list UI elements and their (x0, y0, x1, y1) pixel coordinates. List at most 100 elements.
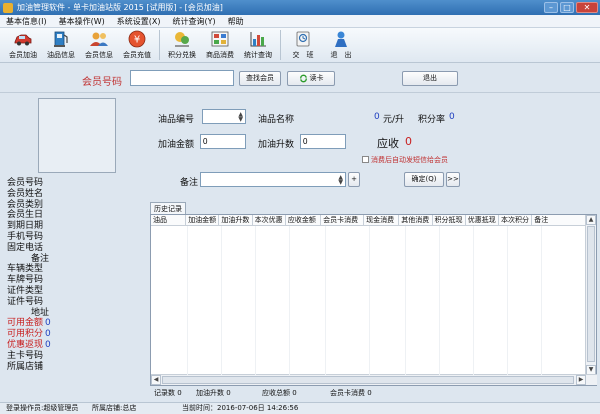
due-value: 0 (405, 135, 412, 148)
toolbar-member-info[interactable]: 会员信息 (80, 28, 118, 62)
scroll-right-icon[interactable]: ▶ (576, 375, 586, 385)
menu-basic-info[interactable]: 基本信息(I) (6, 16, 47, 27)
toolbar-exit[interactable]: 退 出 (322, 28, 360, 62)
close-button[interactable]: ✕ (576, 2, 598, 13)
exit-button[interactable]: 退出 (402, 71, 458, 86)
member-field-label: 会员姓名 (7, 188, 44, 199)
member-field-row: 可用积分 0 (7, 329, 147, 340)
column-header[interactable]: 油品 (151, 215, 187, 225)
column-header[interactable]: 本次积分 (499, 215, 533, 225)
member-field-label: 到期日期 (7, 221, 44, 232)
toolbar-oil-info[interactable]: 油品信息 (42, 28, 80, 62)
column-header[interactable]: 其他消费 (399, 215, 433, 225)
member-field-label: 优惠返现 (7, 339, 44, 350)
toolbar-label: 交 班 (292, 51, 314, 59)
column-header[interactable]: 现金消费 (364, 215, 400, 225)
member-photo (38, 98, 116, 173)
member-field-row: 会员姓名 (7, 189, 147, 200)
sms-checkbox[interactable] (362, 156, 369, 163)
menu-basic-ops[interactable]: 基本操作(W) (59, 16, 105, 27)
column-header[interactable]: 优惠抵现 (466, 215, 499, 225)
car-icon (13, 30, 33, 48)
member-number-input[interactable] (130, 70, 234, 86)
column-header[interactable]: 积分抵现 (433, 215, 466, 225)
spin-icon: ▲ ▼ (238, 111, 243, 123)
amount-input[interactable] (200, 134, 246, 149)
menu-help[interactable]: 帮助 (228, 16, 244, 27)
oil-code-select[interactable]: ▲ ▼ (202, 109, 246, 124)
remark-label: 备注 (180, 178, 199, 188)
column-header[interactable]: 会员卡消费 (321, 215, 365, 225)
add-remark-button[interactable]: + (348, 172, 360, 187)
more-button[interactable]: >> (446, 172, 460, 187)
member-field-label: 主卡号码 (7, 350, 44, 361)
vertical-scrollbar[interactable]: ▲ ▼ (585, 215, 596, 375)
horizontal-scroll-thumb[interactable] (162, 376, 574, 384)
amount-label: 加油金额 (158, 140, 195, 150)
horizontal-scrollbar[interactable]: ◀ ▶ (151, 374, 597, 385)
toolbar-label: 会员加油 (9, 51, 37, 59)
svg-text:¥: ¥ (134, 35, 140, 46)
vertical-scroll-thumb[interactable] (587, 226, 595, 362)
search-member-button[interactable]: 查找会员 (239, 71, 281, 86)
toolbar-shift-change[interactable]: 交 班 (284, 28, 322, 62)
exit-icon (331, 30, 351, 48)
menu-bar: 基本信息(I) 基本操作(W) 系统设置(X) 统计查询(Y) 帮助 (0, 15, 600, 28)
member-field-label: 会员号码 (7, 178, 44, 188)
spin-icon: ▲ ▼ (338, 174, 343, 186)
toolbar-member-refuel[interactable]: 会员加油 (4, 28, 42, 62)
member-field-row: 会员号码 (7, 178, 147, 189)
member-search-bar: 会员号码 查找会员 读卡 退出 (0, 63, 600, 93)
scroll-up-icon[interactable]: ▲ (586, 215, 596, 225)
toolbar-statistics[interactable]: 统计查询 (239, 28, 277, 62)
toolbar-points-exchange[interactable]: 积分兑换 (163, 28, 201, 62)
member-field-row: 地址 (7, 308, 147, 319)
grid-column-line (187, 226, 188, 375)
member-field-value: 0 (45, 318, 51, 329)
column-header[interactable]: 本次优惠 (253, 215, 286, 225)
status-operator: 登录操作员:超级管理员 (6, 404, 79, 412)
grid-column-line (541, 226, 542, 375)
minimize-button[interactable]: – (544, 2, 558, 13)
member-field-label: 可用积分 (7, 329, 44, 340)
column-header[interactable]: 应收金额 (286, 215, 322, 225)
toolbar-separator (159, 30, 160, 60)
history-grid-header: 油品 加油金额 加油升数 本次优惠 应收金额 会员卡消费 现金消费 其他消费 积分抵现 优惠抵现本… (151, 215, 586, 226)
grid-column-line (289, 226, 290, 375)
column-header[interactable]: 加油金额 (186, 215, 220, 225)
history-grid[interactable]: 油品 加油金额 加油升数 本次优惠 应收金额 会员卡消费 现金消费 其他消费 积分抵现 优惠抵现本… (150, 214, 597, 386)
oil-code-label: 油品编号 (158, 115, 195, 125)
member-field-label: 地址 (31, 307, 50, 318)
toolbar-member-recharge[interactable]: ¥ 会员充值 (118, 28, 156, 62)
recharge-icon: ¥ (127, 30, 147, 48)
price-value: 0 (374, 112, 380, 122)
sms-checkbox-label: 消费后自动发短信给会员 (371, 156, 448, 164)
member-field-row: 备注 (7, 254, 147, 265)
maximize-button[interactable]: □ (560, 2, 574, 13)
member-field-row: 到期日期 (7, 221, 147, 232)
member-field-label: 证件类型 (7, 285, 44, 296)
price-unit: 元/升 (383, 115, 405, 125)
app-icon (3, 2, 13, 13)
tab-history[interactable]: 历史记录 (150, 202, 186, 214)
grid-column-line (369, 226, 370, 375)
menu-settings[interactable]: 系统设置(X) (117, 16, 161, 27)
column-header[interactable]: 备注 (532, 215, 586, 225)
menu-statistics[interactable]: 统计查询(Y) (173, 16, 216, 27)
read-card-button[interactable]: 读卡 (287, 71, 335, 86)
column-header[interactable]: 加油升数 (219, 215, 253, 225)
grid-column-line (325, 226, 326, 375)
read-card-label: 读卡 (309, 74, 324, 82)
remark-combo[interactable]: ▲ ▼ (200, 172, 346, 187)
records-count: 记录数 0 (154, 389, 182, 397)
card-total: 会员卡消费 0 (330, 389, 372, 397)
toolbar-label: 退 出 (330, 51, 352, 59)
member-field-label: 备注 (31, 253, 50, 264)
liters-input[interactable] (300, 134, 346, 149)
grid-column-line (255, 226, 256, 375)
scroll-left-icon[interactable]: ◀ (151, 375, 161, 385)
toolbar-label: 统计查询 (244, 51, 272, 59)
confirm-button[interactable]: 确定(Q) (404, 172, 444, 187)
toolbar-goods-consume[interactable]: 商品消费 (201, 28, 239, 62)
member-field-label: 可用金额 (7, 318, 44, 329)
